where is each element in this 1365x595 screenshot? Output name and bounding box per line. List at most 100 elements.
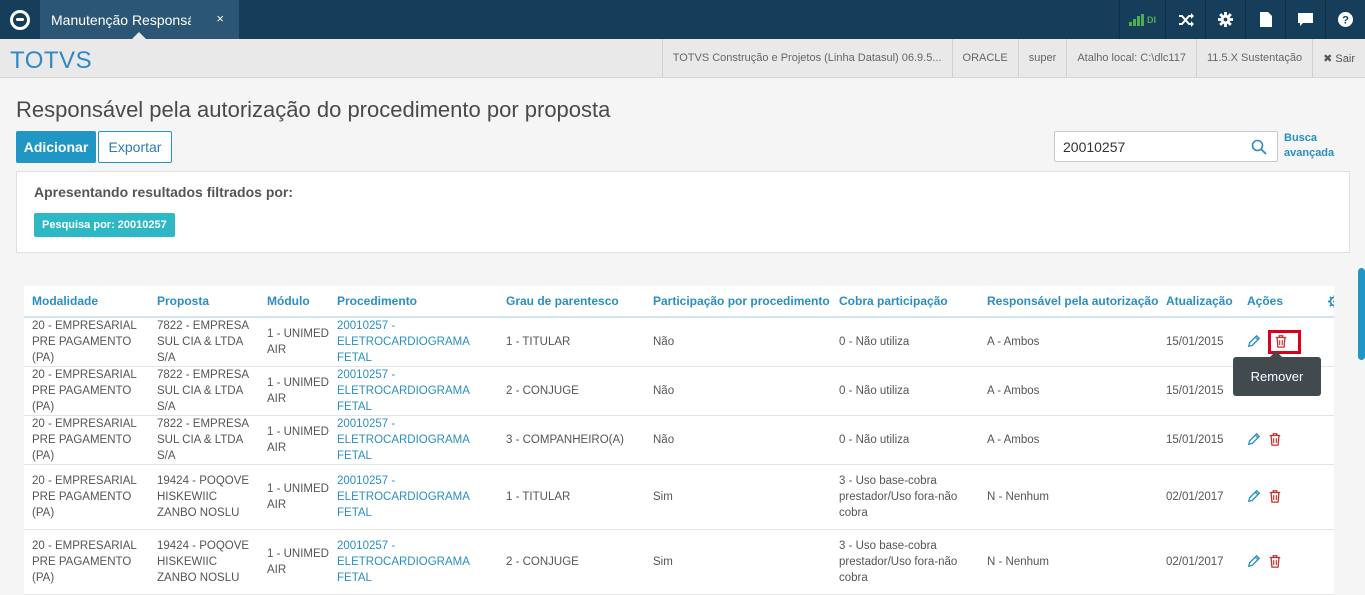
brand-logo: TOTVS [10,47,93,74]
filter-panel: Apresentando resultados filtrados por: P… [16,171,1350,253]
table-row: 20 - EMPRESARIAL PRE PAGAMENTO (PA) 7822 … [24,366,1334,416]
acoes-label: Ações [1247,293,1284,308]
tab-close-icon[interactable]: × [216,11,224,26]
table-row: 20 - EMPRESARIAL PRE PAGAMENTO (PA) 19424… [24,529,1334,595]
col-atualizacao[interactable]: Atualização [1158,286,1239,318]
connection-signal-icon[interactable]: DI [1119,0,1165,39]
cell-cobra: 3 - Uso base-cobra prestador/Uso fora-nã… [831,529,979,595]
remove-tooltip: Remover [1233,351,1321,396]
cell-grau: 3 - COMPANHEIRO(A) [498,415,645,465]
cell-grau: 2 - CONJUGE [498,529,645,595]
col-modulo[interactable]: Módulo [259,286,329,318]
cell-modalidade: 20 - EMPRESARIAL PRE PAGAMENTO (PA) [24,366,149,416]
advanced-search-line1: Busca [1284,132,1318,144]
cell-modulo: 1 - UNIMED AIR [259,366,329,416]
column-settings-gear-icon[interactable] [1328,295,1334,309]
scrollbar-thumb[interactable] [1358,268,1365,360]
gear-icon[interactable] [1205,0,1245,39]
search-input[interactable]: 20010257 [1054,131,1278,162]
cell-proposta: 7822 - EMPRESA SUL CIA & LTDA S/A [149,317,259,367]
cell-responsavel: A - Ambos [979,415,1158,465]
database-info: ORACLE [951,39,1018,77]
delete-trash-icon[interactable] [1268,432,1284,448]
cell-procedimento[interactable]: 20010257 - ELETROCARDIOGRAMA FETAL [329,464,498,530]
col-grau[interactable]: Grau de parentesco [498,286,645,318]
top-icons: DI ? [1119,0,1365,39]
filter-tag[interactable]: Pesquisa por: 20010257 [34,213,175,237]
totvs-logo-button[interactable] [0,0,40,39]
cell-modalidade: 20 - EMPRESARIAL PRE PAGAMENTO (PA) [24,415,149,465]
table-row: 20 - EMPRESARIAL PRE PAGAMENTO (PA) 7822 … [24,415,1334,465]
top-bar: Manutenção Responsável × DI ? [0,0,1365,39]
cell-atualizacao: 15/01/2015 [1158,317,1239,367]
document-icon[interactable] [1245,0,1285,39]
cell-participacao: Não [645,366,831,416]
col-responsavel[interactable]: Responsável pela autorização [979,286,1158,318]
delete-trash-icon[interactable] [1268,554,1284,570]
cell-procedimento[interactable]: 20010257 - ELETROCARDIOGRAMA FETAL [329,317,498,367]
cell-proposta: 19424 - POQOVE HISKEWIIC ZANBO NOSLU [149,464,259,530]
shuffle-icon[interactable] [1165,0,1205,39]
tab-manutencao[interactable]: Manutenção Responsável × [40,0,239,39]
cell-participacao: Não [645,317,831,367]
cell-modalidade: 20 - EMPRESARIAL PRE PAGAMENTO (PA) [24,529,149,595]
logout-button[interactable]: ✖ Sair [1312,39,1365,77]
table-header-row: Modalidade Proposta Módulo Procedimento … [24,286,1334,318]
col-cobra[interactable]: Cobra participação [831,286,979,318]
add-button[interactable]: Adicionar [16,131,96,163]
delete-trash-icon[interactable] [1268,489,1284,505]
totvs-logo-icon [10,9,30,30]
page-title: Responsável pela autorização do procedim… [16,97,611,122]
advanced-search-link[interactable]: Busca avançada [1284,131,1334,161]
cell-modulo: 1 - UNIMED AIR [259,415,329,465]
edit-pencil-icon[interactable] [1247,432,1263,448]
table-row: 20 - EMPRESARIAL PRE PAGAMENTO (PA) 19424… [24,464,1334,530]
col-acoes: Ações [1239,286,1334,318]
cell-procedimento[interactable]: 20010257 - ELETROCARDIOGRAMA FETAL [329,366,498,416]
cell-modalidade: 20 - EMPRESARIAL PRE PAGAMENTO (PA) [24,317,149,367]
edit-pencil-icon[interactable] [1247,489,1263,505]
cell-responsavel: A - Ambos [979,366,1158,416]
cell-responsavel: N - Nenhum [979,529,1158,595]
user-info: super [1017,39,1067,77]
help-icon[interactable]: ? [1325,0,1365,39]
cell-grau: 1 - TITULAR [498,317,645,367]
cell-modalidade: 20 - EMPRESARIAL PRE PAGAMENTO (PA) [24,464,149,530]
cell-proposta: 7822 - EMPRESA SUL CIA & LTDA S/A [149,415,259,465]
cell-atualizacao: 15/01/2015 [1158,366,1239,416]
cell-proposta: 7822 - EMPRESA SUL CIA & LTDA S/A [149,366,259,416]
session-info: TOTVS Construção e Projetos (Linha Datas… [661,39,1365,77]
cell-grau: 2 - CONJUGE [498,366,645,416]
cell-responsavel: A - Ambos [979,317,1158,367]
search-value: 20010257 [1063,139,1126,155]
edit-pencil-icon[interactable] [1247,554,1263,570]
cell-participacao: Não [645,415,831,465]
col-proposta[interactable]: Proposta [149,286,259,318]
cell-cobra: 0 - Não utiliza [831,317,979,367]
app-header: TOTVS TOTVS Construção e Projetos (Linha… [0,39,1365,78]
cell-modulo: 1 - UNIMED AIR [259,529,329,595]
cell-procedimento[interactable]: 20010257 - ELETROCARDIOGRAMA FETAL [329,529,498,595]
search-icon[interactable] [1251,139,1267,155]
product-info: TOTVS Construção e Projetos (Linha Datas… [661,39,952,77]
chat-icon[interactable] [1285,0,1325,39]
cell-atualizacao: 15/01/2015 [1158,415,1239,465]
col-modalidade[interactable]: Modalidade [24,286,149,318]
tab-label: Manutenção Responsável [51,11,191,28]
shortcut-info: Atalho local: C:\dlc117 [1066,39,1196,77]
advanced-search-line2: avançada [1284,147,1335,159]
filter-title: Apresentando resultados filtrados por: [34,184,294,200]
signal-label: DI [1147,14,1156,25]
delete-trash-icon[interactable] [1274,334,1290,350]
edit-pencil-icon[interactable] [1247,334,1263,350]
version-info: 11.5.X Sustentação [1195,39,1312,77]
col-procedimento[interactable]: Procedimento [329,286,498,318]
cell-acoes [1239,415,1334,465]
cell-grau: 1 - TITULAR [498,464,645,530]
cell-acoes [1239,529,1334,595]
col-participacao[interactable]: Participação por procedimento [645,286,831,318]
cell-procedimento[interactable]: 20010257 - ELETROCARDIOGRAMA FETAL [329,415,498,465]
cell-atualizacao: 02/01/2017 [1158,529,1239,595]
cell-cobra: 3 - Uso base-cobra prestador/Uso fora-nã… [831,464,979,530]
export-button[interactable]: Exportar [98,131,172,163]
